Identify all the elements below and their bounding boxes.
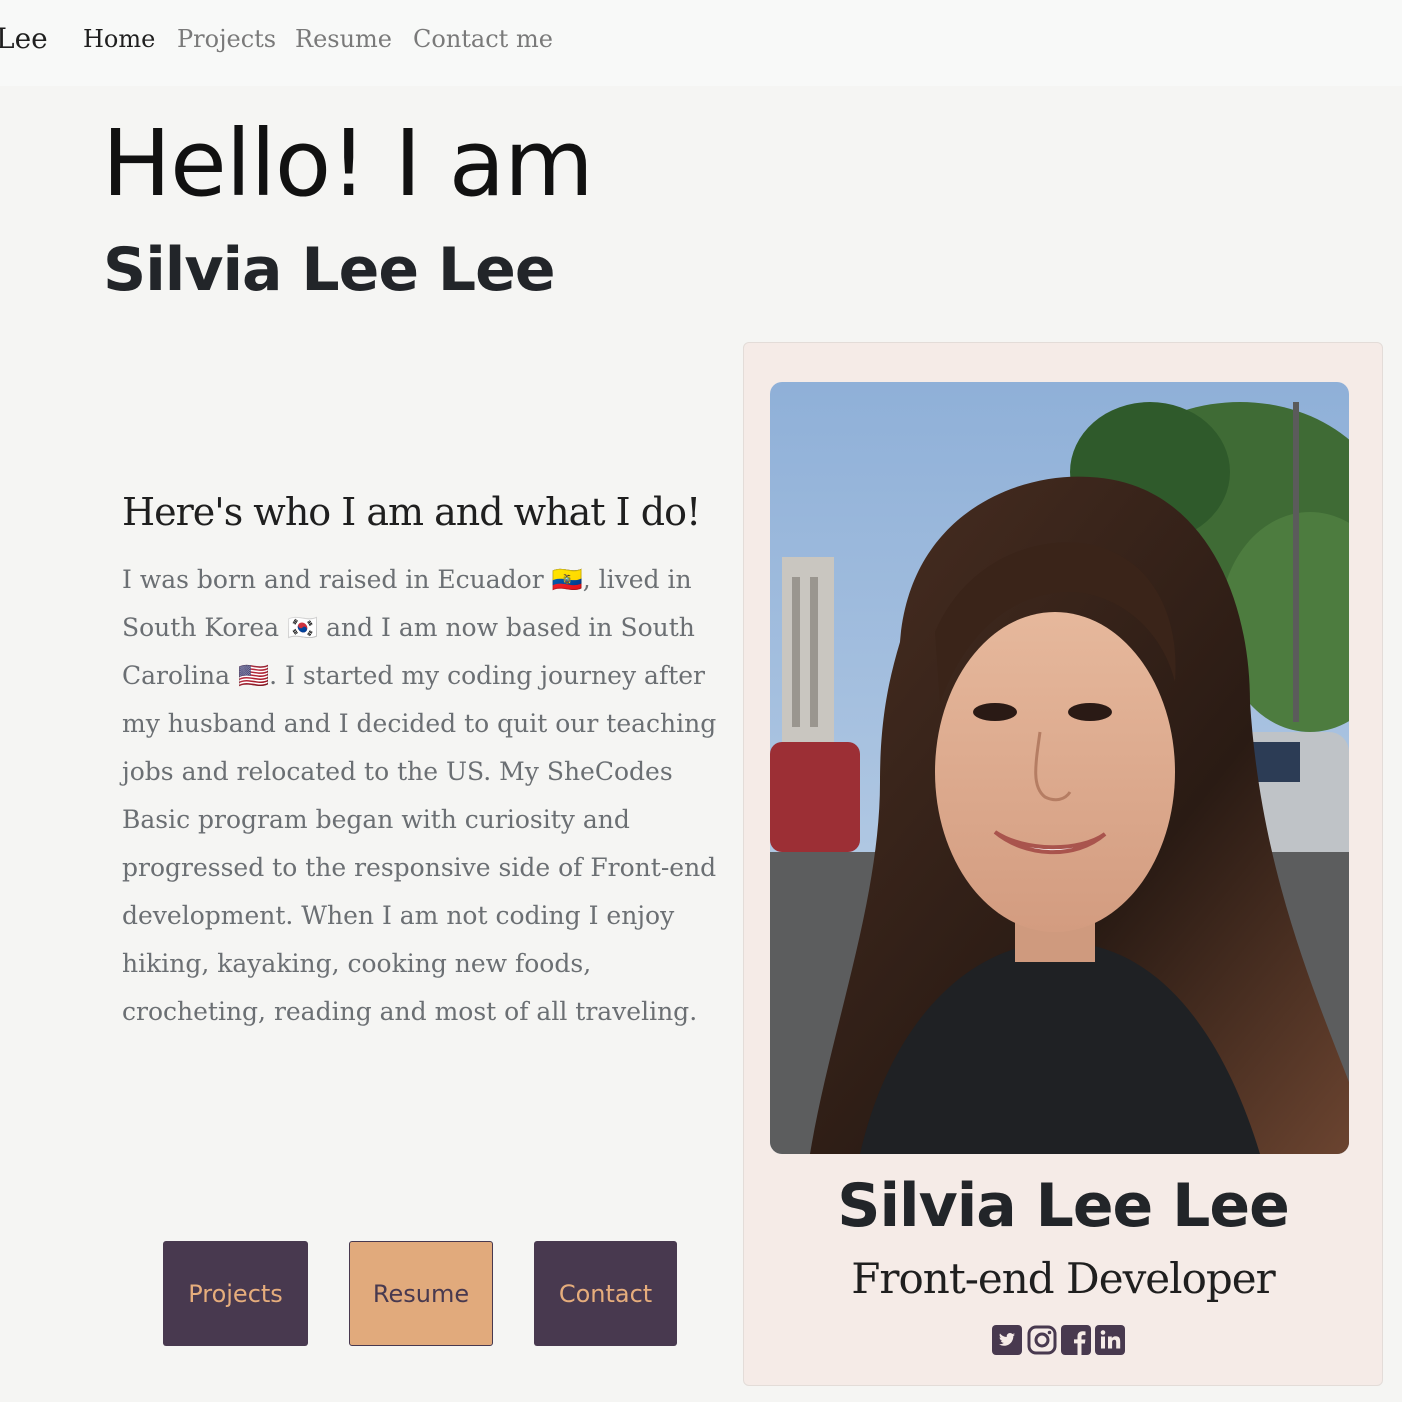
navbar: Lee Home Projects Resume Contact me <box>0 0 1402 86</box>
brand-logo[interactable]: Lee <box>0 22 48 55</box>
resume-button[interactable]: Resume <box>349 1241 493 1346</box>
card-name: Silvia Lee Lee <box>837 1171 1290 1241</box>
projects-button[interactable]: Projects <box>163 1241 308 1346</box>
profile-card: Silvia Lee Lee Front-end Developer <box>743 342 1383 1386</box>
nav-link-home[interactable]: Home <box>83 25 155 53</box>
social-links <box>992 1325 1132 1357</box>
linkedin-icon[interactable] <box>1095 1325 1125 1355</box>
nav-link-projects[interactable]: Projects <box>177 25 276 53</box>
nav-link-resume[interactable]: Resume <box>295 25 392 53</box>
facebook-icon[interactable] <box>1061 1325 1091 1355</box>
profile-photo <box>770 382 1349 1154</box>
hero-name: Silvia Lee Lee <box>103 235 556 305</box>
card-role: Front-end Developer <box>851 1254 1275 1303</box>
contact-button[interactable]: Contact <box>534 1241 677 1346</box>
twitter-icon[interactable] <box>992 1325 1022 1355</box>
instagram-icon[interactable] <box>1027 1325 1057 1355</box>
about-title: Here's who I am and what I do! <box>122 490 701 534</box>
nav-link-contact[interactable]: Contact me <box>413 25 553 53</box>
about-paragraph: I was born and raised in Ecuador 🇪🇨, liv… <box>122 565 717 1026</box>
hero-greeting: Hello! I am <box>102 110 594 217</box>
